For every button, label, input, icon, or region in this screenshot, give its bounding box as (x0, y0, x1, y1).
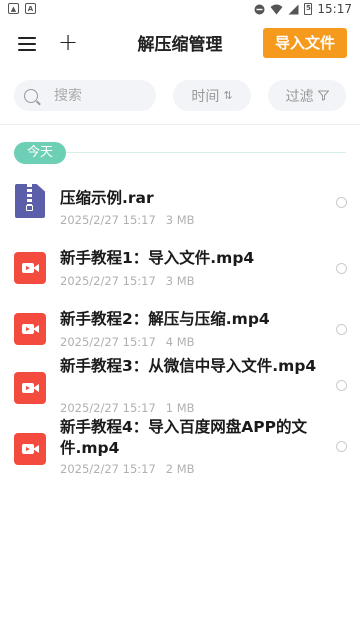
import-file-button[interactable]: 导入文件 (263, 28, 347, 58)
image-notification-icon: ▲ (8, 3, 19, 14)
file-meta: 2025/2/27 15:17 2 MB (60, 462, 195, 476)
select-radio[interactable] (336, 324, 347, 335)
sort-by-time-button[interactable]: 时间 ⇅ (173, 80, 251, 111)
page-title: 解压缩管理 (137, 35, 223, 55)
sort-label: 时间 (191, 88, 220, 105)
video-file-icon (14, 252, 46, 284)
file-row[interactable]: 压缩示例.rar 2025/2/27 15:17 3 MB (0, 182, 360, 242)
zipper-tab-icon (26, 205, 33, 211)
file-size: 3 MB (165, 213, 195, 227)
section-line (66, 152, 346, 153)
file-name: 新手教程3：从微信中导入文件.mp4 (60, 357, 317, 375)
divider (0, 124, 360, 125)
file-meta: 2025/2/27 15:17 3 MB (60, 213, 195, 227)
wifi-icon (270, 4, 283, 14)
video-file-icon (14, 372, 46, 404)
add-button[interactable]: + (57, 30, 79, 56)
plus-icon: + (57, 28, 79, 56)
file-name: 新手教程2：解压与压缩.mp4 (60, 310, 270, 328)
file-date: 2025/2/27 15:17 (60, 462, 156, 476)
dnd-icon (254, 4, 265, 14)
file-name: 新手教程1：导入文件.mp4 (60, 249, 255, 267)
a-notification-icon: A (25, 3, 36, 14)
menu-icon-line (18, 43, 36, 45)
zipper-icon (27, 184, 32, 206)
select-radio[interactable] (336, 441, 347, 452)
search-icon (24, 88, 38, 103)
sort-icon: ⇅ (223, 89, 233, 102)
archive-file-icon (15, 184, 45, 218)
video-file-icon (14, 313, 46, 345)
file-row[interactable]: 新手教程1：导入文件.mp4 2025/2/27 15:17 3 MB (0, 248, 360, 308)
file-row[interactable]: 新手教程3：从微信中导入文件.mp4 2025/2/27 15:17 1 MB (0, 356, 360, 416)
select-radio[interactable] (336, 263, 347, 274)
file-size: 1 MB (165, 401, 195, 415)
file-date: 2025/2/27 15:17 (60, 401, 156, 415)
filter-button[interactable]: 过滤 (268, 80, 346, 111)
select-radio[interactable] (336, 197, 347, 208)
file-size: 3 MB (165, 274, 195, 288)
file-meta: 2025/2/27 15:17 3 MB (60, 274, 195, 288)
search-box[interactable] (14, 80, 156, 111)
video-file-icon (14, 433, 46, 465)
file-date: 2025/2/27 15:17 (60, 213, 156, 227)
file-meta: 2025/2/27 15:17 4 MB (60, 335, 195, 349)
filter-label: 过滤 (285, 88, 314, 105)
filter-bar: 时间 ⇅ 过滤 (0, 80, 360, 112)
signal-icon (288, 4, 299, 14)
filter-icon (317, 90, 329, 101)
menu-icon-line (18, 49, 36, 51)
file-size: 2 MB (165, 462, 195, 476)
app-header: + 解压缩管理 导入文件 (0, 24, 360, 64)
search-input[interactable] (54, 87, 144, 104)
date-section-header: 今天 (14, 142, 346, 164)
file-row[interactable]: 新手教程4：导入百度网盘APP的文件.mp4 2025/2/27 15:17 2 … (0, 417, 360, 477)
file-name: 新手教程4：导入百度网盘APP的文件.mp4 (60, 418, 308, 457)
today-badge: 今天 (14, 142, 66, 164)
file-date: 2025/2/27 15:17 (60, 335, 156, 349)
status-time: 15:17 (317, 2, 352, 16)
status-bar: ▲ A 5 15:17 (0, 0, 360, 18)
menu-button[interactable] (16, 34, 38, 54)
file-meta: 2025/2/27 15:17 1 MB (60, 401, 195, 415)
menu-icon-line (18, 37, 36, 39)
battery-icon: 5 (304, 3, 313, 15)
file-size: 4 MB (165, 335, 195, 349)
file-name: 压缩示例.rar (60, 189, 154, 207)
select-radio[interactable] (336, 380, 347, 391)
file-date: 2025/2/27 15:17 (60, 274, 156, 288)
